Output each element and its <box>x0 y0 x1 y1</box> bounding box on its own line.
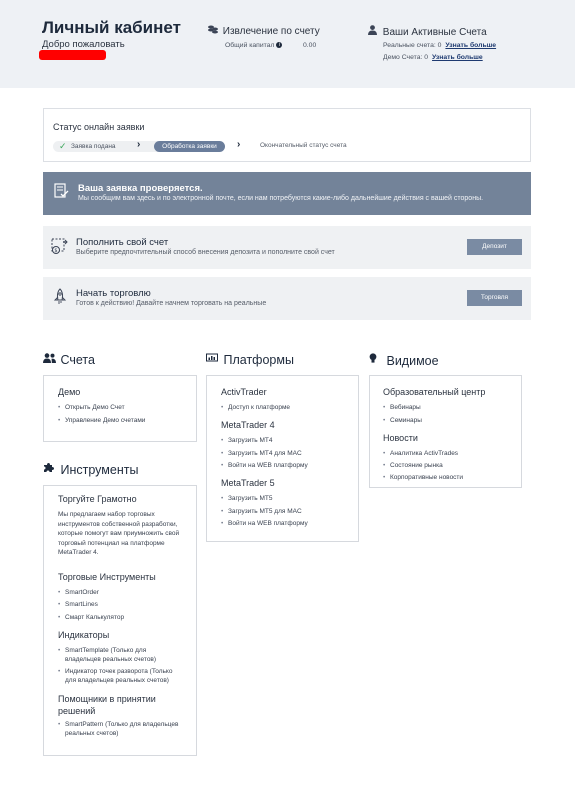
capital-label: Общий капитал i <box>225 42 283 49</box>
smartpattern-link[interactable]: SmartPattern (Только для владельцев реал… <box>58 720 178 738</box>
active-accounts-title: Ваши Активные Счета <box>368 25 487 38</box>
users-icon <box>43 353 57 366</box>
smartorder-link[interactable]: SmartOrder <box>58 588 99 597</box>
rocket-icon <box>53 288 67 304</box>
puzzle-icon <box>43 462 57 476</box>
chevron-right-icon: › <box>237 139 241 150</box>
download-mt4-mac-link[interactable]: Загрузить MT4 для MAC <box>221 449 302 458</box>
market-state-link[interactable]: Состояние рынка <box>383 461 443 470</box>
webinars-link[interactable]: Вебинары <box>383 403 421 412</box>
coins-icon <box>208 25 220 37</box>
review-notice-banner: Ваша заявка проверяется. Мы сообщим вам … <box>43 172 531 215</box>
mt5-web-link[interactable]: Войти на WEB платформу <box>221 519 308 528</box>
deposit-button[interactable]: Депозит <box>467 239 522 255</box>
start-trading-panel: Начать торговлю Готов к действию! Давайт… <box>43 277 531 320</box>
mt4-heading: MetaTrader 4 <box>221 420 275 430</box>
tools-section-title: Инструменты <box>43 462 138 477</box>
real-learn-more-link[interactable]: Узнать больше <box>445 42 496 49</box>
demo-learn-more-link[interactable]: Узнать больше <box>432 54 483 61</box>
pivot-indicator-link[interactable]: Индикатор точек разворота (Только для вл… <box>58 667 172 685</box>
step-processing: Обработка заявки <box>154 141 225 152</box>
check-icon: ✓ <box>59 141 67 151</box>
monitor-chart-icon <box>206 353 220 366</box>
step-final-status: Окончательный статус счета <box>260 142 347 149</box>
trade-heading: Начать торговлю <box>76 288 151 299</box>
trading-tools-heading: Торговые Инструменты <box>58 572 156 582</box>
news-heading: Новости <box>383 433 418 443</box>
accounts-section-title: Счета <box>43 353 95 367</box>
header-band: Личный кабинет Добро пожаловать Извлечен… <box>0 0 575 88</box>
trade-button[interactable]: Торговля <box>467 290 522 306</box>
page-title: Личный кабинет <box>42 18 181 37</box>
info-icon[interactable]: i <box>276 42 283 48</box>
download-mt5-mac-link[interactable]: Загрузить MT5 для MAC <box>221 507 302 516</box>
download-mt4-link[interactable]: Загрузить MT4 <box>221 436 272 445</box>
deposit-icon: $ <box>51 238 68 254</box>
notice-text: Мы сообщим вам здесь и по электронной по… <box>78 195 484 202</box>
mt5-heading: MetaTrader 5 <box>221 478 275 488</box>
accounts-card: Демо Открыть Демо Счет Управление Демо с… <box>43 375 197 442</box>
activtrader-access-link[interactable]: Доступ к платформе <box>221 403 290 412</box>
capital-value: 0.00 <box>303 42 317 49</box>
download-mt5-link[interactable]: Загрузить MT5 <box>221 494 272 503</box>
analytics-link[interactable]: Аналитика ActivTrades <box>383 449 458 458</box>
visible-card: Образовательный центр Вебинары Семинары … <box>369 375 522 488</box>
document-check-icon <box>54 183 69 198</box>
corporate-news-link[interactable]: Корпоративные новости <box>383 473 463 482</box>
seminars-link[interactable]: Семинары <box>383 416 422 425</box>
lightbulb-icon <box>369 353 383 367</box>
smart-trading-text: Мы предлагаем набор торговых инструменто… <box>58 511 180 557</box>
indicators-heading: Индикаторы <box>58 630 110 640</box>
redacted-user-name <box>39 50 106 60</box>
smarttemplate-link[interactable]: SmartTemplate (Только для владельцев реа… <box>58 646 156 664</box>
svg-text:$: $ <box>54 248 57 254</box>
platforms-section-title: Платформы <box>206 353 294 367</box>
smartlines-link[interactable]: SmartLines <box>58 600 98 609</box>
visible-section-title: Видимое <box>369 353 439 368</box>
demo-heading: Демо <box>58 387 81 397</box>
status-title: Статус онлайн заявки <box>53 122 145 132</box>
open-demo-link[interactable]: Открыть Демо Счет <box>58 403 125 412</box>
smart-trading-heading: Торгуйте Грамотно <box>58 494 137 504</box>
funds-title: Извлечение по счету <box>208 25 320 37</box>
application-status-box: Статус онлайн заявки ✓ Заявка подана › О… <box>43 108 531 162</box>
education-heading: Образовательный центр <box>383 387 486 397</box>
real-accounts-row: Реальные счета: 0 Узнать больше <box>383 42 497 49</box>
demo-accounts-row: Демо Счета: 0 Узнать больше <box>383 54 483 61</box>
assistants-heading: Помощники в принятии решений <box>58 694 156 716</box>
welcome-text: Добро пожаловать <box>42 39 125 50</box>
platforms-card: ActivTrader Доступ к платформе MetaTrade… <box>206 375 359 542</box>
mt4-web-link[interactable]: Войти на WEB платформу <box>221 461 308 470</box>
deposit-panel: $ Пополнить свой счет Выберите предпочти… <box>43 226 531 269</box>
smart-calculator-link[interactable]: Смарт Калькулятор <box>58 613 124 622</box>
manage-demo-link[interactable]: Управление Демо счетами <box>58 416 145 425</box>
step-submitted: ✓ Заявка подана <box>53 141 166 152</box>
deposit-text: Выберите предпочтительный способ внесени… <box>76 249 335 256</box>
user-icon <box>368 25 380 38</box>
notice-heading: Ваша заявка проверяется. <box>78 183 203 194</box>
trade-text: Готов к действию! Давайте начнем торгова… <box>76 300 267 307</box>
chevron-right-icon: › <box>137 139 141 150</box>
tools-card: Торгуйте Грамотно Мы предлагаем набор то… <box>43 485 197 756</box>
activtrader-heading: ActivTrader <box>221 387 267 397</box>
deposit-heading: Пополнить свой счет <box>76 237 169 248</box>
